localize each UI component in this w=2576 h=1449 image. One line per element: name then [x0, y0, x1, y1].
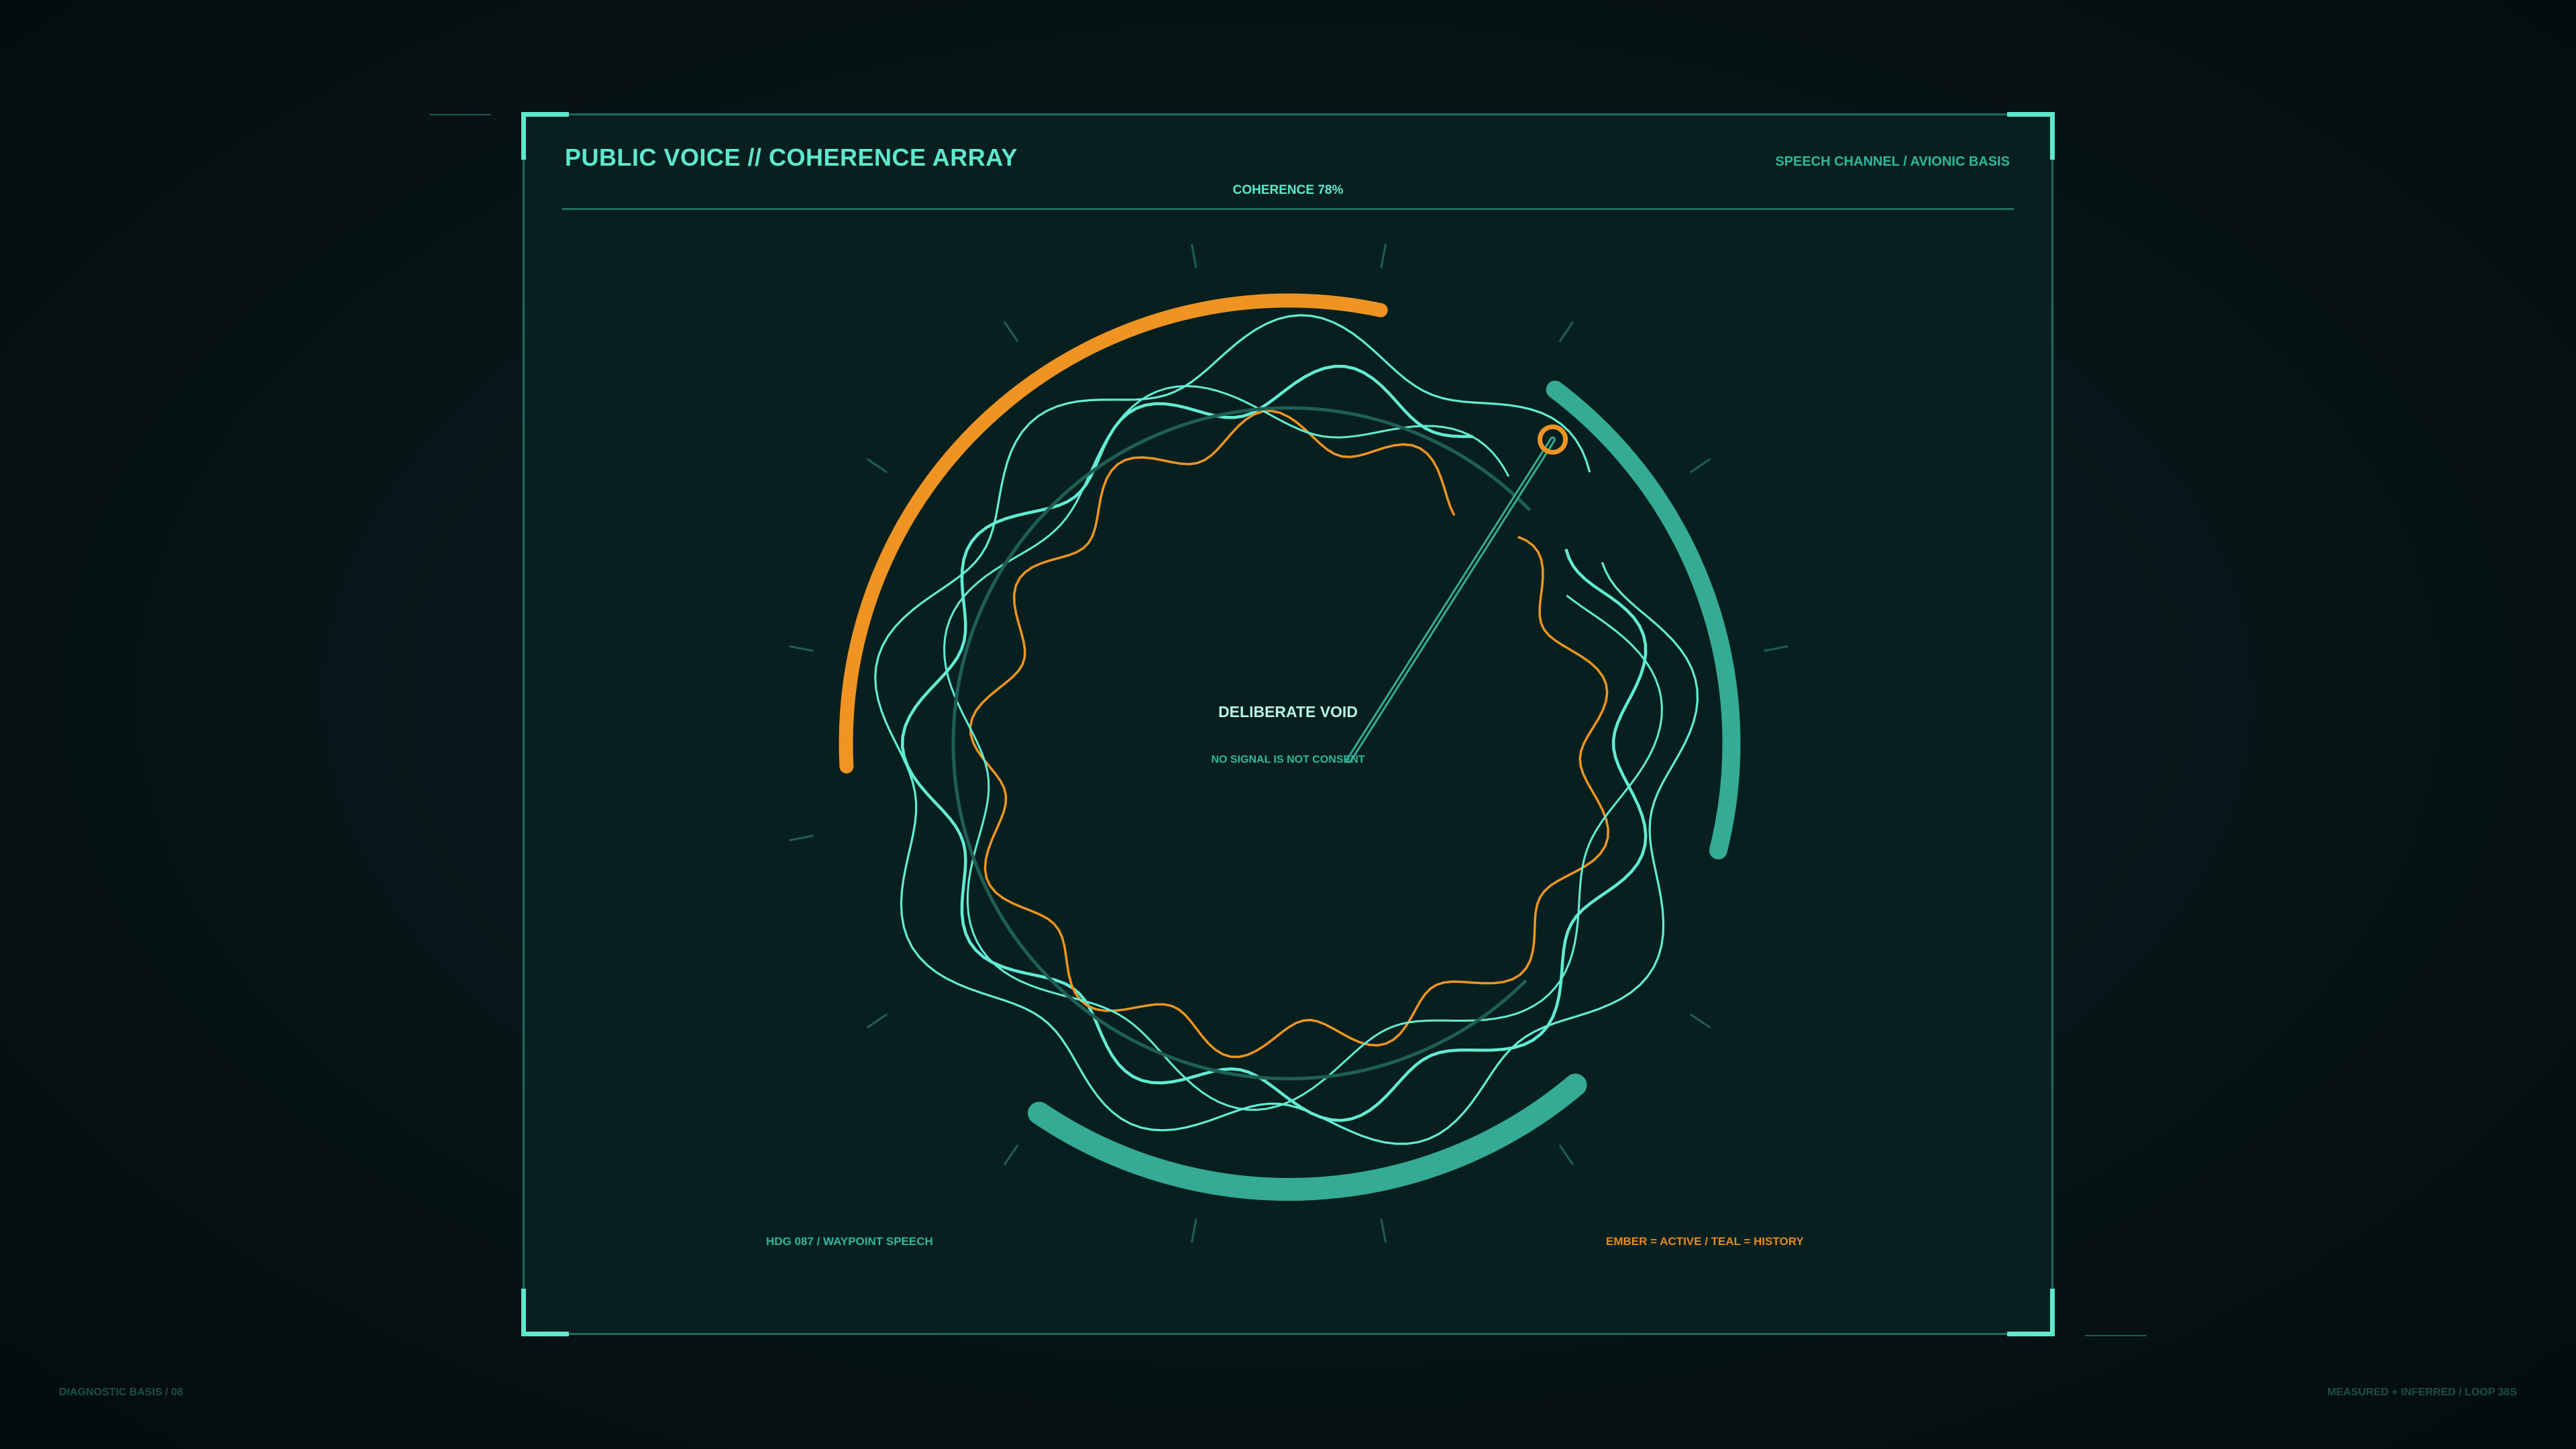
signal-trace: [900, 364, 1648, 1122]
signal-trace: [943, 385, 1663, 1111]
page-caption-right: MEASURED + INFERRED / LOOP 38S: [2327, 1387, 2517, 1398]
gauge-tick: [1380, 1218, 1387, 1243]
active-arc: [839, 293, 1388, 773]
gauge-tick: [1003, 321, 1019, 343]
signal-traces: [874, 314, 1699, 1145]
signal-trace: [874, 314, 1699, 1145]
gauge-tick: [1190, 244, 1197, 268]
outer-tick-bottom-right: [2085, 1335, 2147, 1336]
coherence-gauge: [789, 244, 1788, 1243]
gauge-tick: [1689, 458, 1711, 474]
gauge-tick: [789, 835, 814, 842]
gauge-tick: [1689, 1013, 1711, 1029]
history-arc-bottom: [1028, 1073, 1587, 1201]
gauge-tick: [1003, 1144, 1019, 1166]
gauge-tick: [866, 458, 888, 474]
gauge-tick: [1764, 645, 1788, 652]
heading-label: HDG 087 / WAYPOINT SPEECH: [766, 1235, 933, 1248]
center-status-title: DELIBERATE VOID: [1218, 703, 1358, 720]
coherence-panel: PUBLIC VOICE // COHERENCE ARRAY SPEECH C…: [521, 112, 2055, 1336]
screen-background: PUBLIC VOICE // COHERENCE ARRAY SPEECH C…: [0, 0, 2576, 1449]
page-caption-left: DIAGNOSTIC BASIS / 08: [59, 1387, 183, 1398]
inner-reference-ring: [951, 406, 1532, 1081]
gauge-tick: [789, 645, 814, 652]
outer-tick-top-left: [429, 114, 491, 115]
gauge-tick: [1190, 1218, 1197, 1243]
gauge-tick: [1558, 1144, 1574, 1166]
gauge-ticks: [789, 244, 1788, 1243]
history-arc-right: [1546, 380, 1741, 860]
legend-label: EMBER = ACTIVE / TEAL = HISTORY: [1606, 1235, 1804, 1248]
center-status-subtitle: NO SIGNAL IS NOT CONSENT: [1211, 754, 1365, 765]
gauge-tick: [1558, 321, 1574, 343]
gauge-tick: [866, 1013, 888, 1029]
gauge-tick: [1380, 244, 1387, 268]
